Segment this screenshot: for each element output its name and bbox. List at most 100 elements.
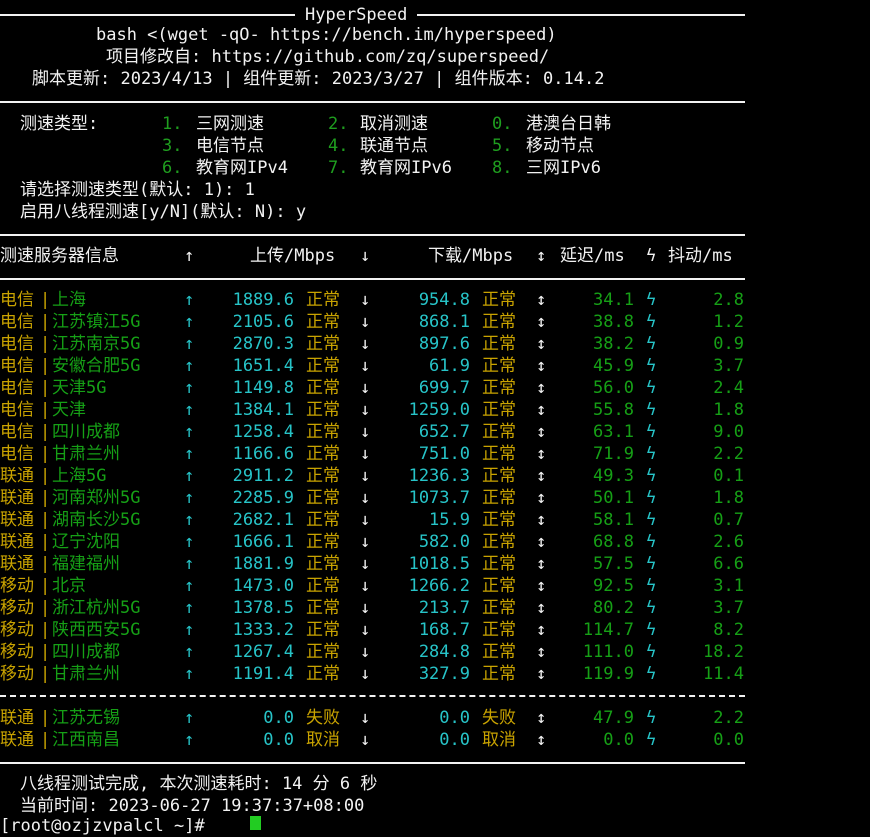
jitter-icon: ϟ <box>646 334 657 354</box>
menu-option-number: 5. <box>492 136 513 156</box>
jitter-cell: 11.4 <box>703 664 744 684</box>
upload-status: 正常 <box>306 510 340 530</box>
down-arrow-icon: ↓ <box>360 730 371 750</box>
latency-icon: ↕ <box>536 356 547 376</box>
separator: | <box>40 488 51 508</box>
jitter-cell: 6.6 <box>713 554 744 574</box>
table-row: 电信 | 四川成都 ↑ 1258.4 正常 ↓ 652.7 正常 ↕ 63.1 ϟ 9.0 <box>0 421 870 443</box>
upload-status: 正常 <box>306 488 340 508</box>
down-arrow-icon: ↓ <box>360 400 371 420</box>
header-server: 测速服务器信息 <box>0 246 119 266</box>
table-row: 电信 | 天津5G ↑ 1149.8 正常 ↓ 699.7 正常 ↕ 56.0 ϟ 2.4 <box>0 377 870 399</box>
jitter-cell: 2.8 <box>713 290 744 310</box>
upload-status: 正常 <box>306 312 340 332</box>
upload-cell: 1267.4 <box>232 642 294 662</box>
table-row: 联通 | 湖南长沙5G ↑ 2682.1 正常 ↓ 15.9 正常 ↕ 58.1 ϟ 0.7 <box>0 509 870 531</box>
down-arrow-icon: ↓ <box>360 620 371 640</box>
upload-cell: 1191.4 <box>232 664 294 684</box>
jitter-icon: ϟ <box>646 576 657 596</box>
isp-cell: 联通 <box>0 510 34 530</box>
latency-cell: 0.0 <box>603 730 634 750</box>
up-arrow-icon: ↑ <box>184 356 195 376</box>
separator: | <box>40 620 51 640</box>
upload-cell: 0.0 <box>263 730 294 750</box>
isp-cell: 电信 <box>0 422 34 442</box>
up-arrow-icon: ↑ <box>184 466 195 486</box>
download-status: 正常 <box>482 488 516 508</box>
separator: | <box>40 290 51 310</box>
menu-option-label: 取消测速 <box>360 114 428 134</box>
isp-cell: 电信 <box>0 290 34 310</box>
upload-status: 正常 <box>306 356 340 376</box>
jitter-cell: 0.9 <box>713 334 744 354</box>
separator: | <box>40 400 51 420</box>
latency-icon: ↕ <box>536 730 547 750</box>
table-row: 电信 | 江苏南京5G ↑ 2870.3 正常 ↓ 897.6 正常 ↕ 38.2 ϟ 0.9 <box>0 333 870 355</box>
latency-cell: 63.1 <box>593 422 634 442</box>
isp-cell: 移动 <box>0 642 34 662</box>
upload-cell: 1473.0 <box>232 576 294 596</box>
upload-status: 失败 <box>306 708 340 728</box>
node-cell: 辽宁沈阳 <box>52 532 120 552</box>
source-line: 项目修改自: https://github.com/zq/superspeed/ <box>106 47 550 67</box>
node-cell: 浙江杭州5G <box>52 598 141 618</box>
upload-status: 正常 <box>306 576 340 596</box>
down-arrow-icon: ↓ <box>360 576 371 596</box>
terminal-window[interactable]: HyperSpeed bash <(wget -qO- https://benc… <box>0 0 870 836</box>
download-cell: 213.7 <box>418 598 470 618</box>
latency-icon: ↕ <box>536 444 547 464</box>
upload-status: 正常 <box>306 664 340 684</box>
latency-icon: ↕ <box>536 554 547 574</box>
separator: | <box>40 664 51 684</box>
jitter-cell: 0.7 <box>713 510 744 530</box>
node-cell: 天津5G <box>52 378 107 398</box>
upload-cell: 1166.6 <box>232 444 294 464</box>
node-cell: 四川成都 <box>52 642 120 662</box>
download-cell: 0.0 <box>439 730 470 750</box>
menu-option-number: 7. <box>328 158 349 178</box>
upload-status: 正常 <box>306 334 340 354</box>
jitter-icon: ϟ <box>646 620 657 640</box>
latency-cell: 71.9 <box>593 444 634 464</box>
node-cell: 江西南昌 <box>52 730 120 750</box>
shell-prompt[interactable]: [root@ozjzvpalcl ~]# <box>0 815 205 837</box>
upload-cell: 2870.3 <box>232 334 294 354</box>
jitter-icon: ϟ <box>646 422 657 442</box>
download-cell: 1266.2 <box>408 576 470 596</box>
download-status: 正常 <box>482 532 516 552</box>
menu-option-number: 0. <box>492 114 513 134</box>
menu-option-label: 教育网IPv6 <box>360 158 452 178</box>
node-cell: 北京 <box>52 576 86 596</box>
up-arrow-icon: ↑ <box>184 400 195 420</box>
table-row: 移动 | 陕西西安5G ↑ 1333.2 正常 ↓ 168.7 正常 ↕ 114.7 ϟ 8.2 <box>0 619 870 641</box>
jitter-cell: 1.8 <box>713 488 744 508</box>
latency-icon: ↕ <box>536 664 547 684</box>
jitter-cell: 2.6 <box>713 532 744 552</box>
upload-status: 正常 <box>306 554 340 574</box>
down-arrow-icon: ↓ <box>360 642 371 662</box>
download-cell: 1018.5 <box>408 554 470 574</box>
download-status: 失败 <box>482 708 516 728</box>
download-status: 正常 <box>482 466 516 486</box>
download-status: 正常 <box>482 510 516 530</box>
latency-icon: ↕ <box>536 642 547 662</box>
header-latency-icon: ↕ <box>536 246 547 266</box>
jitter-cell: 2.2 <box>713 708 744 728</box>
upload-status: 正常 <box>306 642 340 662</box>
isp-cell: 联通 <box>0 466 34 486</box>
footer-rule <box>0 762 745 764</box>
down-arrow-icon: ↓ <box>360 598 371 618</box>
command-line: bash <(wget -qO- https://bench.im/hypers… <box>96 25 557 45</box>
up-arrow-icon: ↑ <box>184 334 195 354</box>
header-jitter-icon: ϟ <box>646 246 657 266</box>
jitter-cell: 3.7 <box>713 598 744 618</box>
download-cell: 699.7 <box>418 378 470 398</box>
jitter-cell: 18.2 <box>703 642 744 662</box>
menu-option-number: 6. <box>162 158 183 178</box>
download-cell: 327.9 <box>418 664 470 684</box>
isp-cell: 联通 <box>0 554 34 574</box>
jitter-cell: 1.8 <box>713 400 744 420</box>
table-top-rule <box>0 234 745 236</box>
jitter-icon: ϟ <box>646 466 657 486</box>
down-arrow-icon: ↓ <box>360 466 371 486</box>
